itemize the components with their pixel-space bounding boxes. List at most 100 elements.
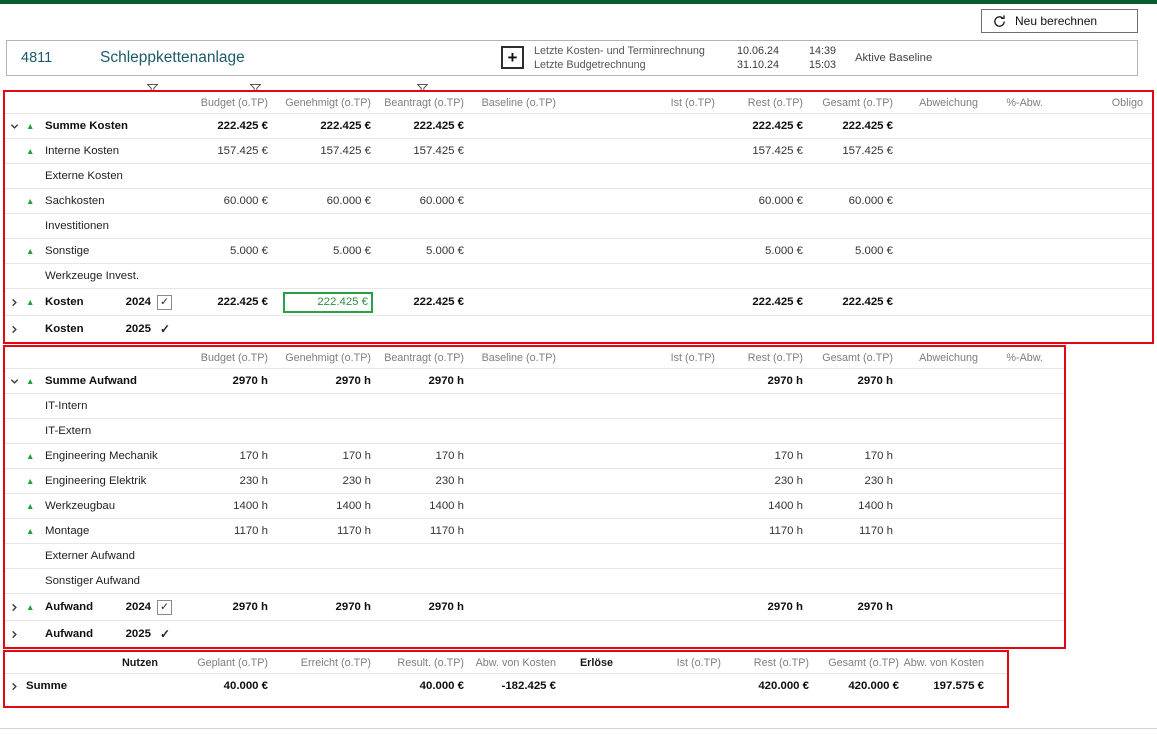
row-externe-kosten[interactable]: Externe Kosten [5, 163, 1152, 188]
cell-gesamt[interactable]: 2970 h [805, 601, 895, 613]
cell-rest[interactable]: 1170 h [717, 525, 805, 537]
cell-result[interactable]: 40.000 € [373, 680, 466, 692]
cell-beantragt[interactable]: 1170 h [373, 525, 466, 537]
cell-budget[interactable]: 2970 h [175, 375, 270, 387]
row-name-cell: ▲ Montage [5, 519, 175, 543]
cell-budget[interactable]: 1400 h [175, 500, 270, 512]
cell-rest[interactable]: 170 h [717, 450, 805, 462]
cell-gesamt[interactable]: 222.425 € [805, 120, 895, 132]
cell-gesamt[interactable]: 230 h [805, 475, 895, 487]
cell-beantragt[interactable]: 60.000 € [373, 195, 466, 207]
cell-beantragt[interactable]: 170 h [373, 450, 466, 462]
cell-genehmigt[interactable]: 230 h [270, 475, 373, 487]
cell-budget[interactable]: 60.000 € [175, 195, 270, 207]
cell-genehmigt[interactable]: 157.425 € [270, 145, 373, 157]
chevron-right-icon[interactable] [10, 630, 26, 639]
cell-beantragt[interactable]: 2970 h [373, 375, 466, 387]
cell-budget[interactable]: 222.425 € [175, 120, 270, 132]
year-checkbox[interactable]: ✓ [157, 600, 172, 615]
row-it-intern[interactable]: IT-Intern [5, 393, 1064, 418]
expand-plus-button[interactable]: + [501, 46, 524, 69]
cell-genehmigt[interactable]: 5.000 € [270, 245, 373, 257]
cell-abw-von-kosten[interactable]: -182.425 € [466, 680, 558, 692]
row-aufwand-2025[interactable]: Aufwand 2025 ✓ [5, 620, 1064, 647]
row-montage[interactable]: ▲ Montage 1170 h 1170 h 1170 h 1170 h 11… [5, 518, 1064, 543]
chevron-right-icon[interactable] [10, 603, 26, 612]
cell-gesamt[interactable]: 420.000 € [811, 680, 901, 692]
cell-budget[interactable]: 1170 h [175, 525, 270, 537]
cell-beantragt[interactable]: 1400 h [373, 500, 466, 512]
cell-geplant[interactable]: 40.000 € [160, 680, 270, 692]
cell-abw-von-kosten-2[interactable]: 197.575 € [901, 680, 986, 692]
cell-rest[interactable]: 1400 h [717, 500, 805, 512]
cell-genehmigt[interactable]: 1400 h [270, 500, 373, 512]
row-sonstige[interactable]: ▲ Sonstige 5.000 € 5.000 € 5.000 € 5.000… [5, 238, 1152, 263]
cell-genehmigt[interactable]: 222.425 € [270, 120, 373, 132]
cell-rest[interactable]: 420.000 € [723, 680, 811, 692]
cell-rest[interactable]: 5.000 € [717, 245, 805, 257]
cell-gesamt[interactable]: 157.425 € [805, 145, 895, 157]
row-externer-aufwand[interactable]: Externer Aufwand [5, 543, 1064, 568]
selected-cell-box[interactable]: 222.425 € [283, 292, 373, 313]
cell-rest[interactable]: 230 h [717, 475, 805, 487]
row-sachkosten[interactable]: ▲ Sachkosten 60.000 € 60.000 € 60.000 € … [5, 188, 1152, 213]
cell-beantragt[interactable]: 222.425 € [373, 120, 466, 132]
cell-gesamt[interactable]: 5.000 € [805, 245, 895, 257]
chevron-right-icon[interactable] [10, 325, 26, 334]
cell-rest[interactable]: 2970 h [717, 375, 805, 387]
row-investitionen[interactable]: Investitionen [5, 213, 1152, 238]
row-engineering-mechanik[interactable]: ▲ Engineering Mechanik 170 h 170 h 170 h… [5, 443, 1064, 468]
cell-beantragt[interactable]: 157.425 € [373, 145, 466, 157]
row-interne-kosten[interactable]: ▲ Interne Kosten 157.425 € 157.425 € 157… [5, 138, 1152, 163]
chevron-down-icon[interactable] [10, 122, 26, 131]
cell-gesamt[interactable]: 2970 h [805, 375, 895, 387]
cell-budget[interactable]: 230 h [175, 475, 270, 487]
cell-gesamt[interactable]: 60.000 € [805, 195, 895, 207]
year-checkbox[interactable]: ✓ [157, 295, 172, 310]
row-sonstiger-aufwand[interactable]: Sonstiger Aufwand [5, 568, 1064, 593]
row-summe-kosten[interactable]: ▲ Summe Kosten 222.425 € 222.425 € 222.4… [5, 113, 1152, 138]
row-summe-aufwand[interactable]: ▲ Summe Aufwand 2970 h 2970 h 2970 h 297… [5, 368, 1064, 393]
cell-rest[interactable]: 60.000 € [717, 195, 805, 207]
check-icon[interactable]: ✓ [160, 322, 170, 336]
cell-beantragt[interactable]: 222.425 € [373, 296, 466, 308]
cell-gesamt[interactable]: 170 h [805, 450, 895, 462]
row-engineering-elektrik[interactable]: ▲ Engineering Elektrik 230 h 230 h 230 h… [5, 468, 1064, 493]
recalculate-button[interactable]: Neu berechnen [981, 9, 1138, 33]
cell-genehmigt-selected[interactable]: 222.425 € [270, 292, 373, 313]
cell-genehmigt[interactable]: 2970 h [270, 375, 373, 387]
check-icon[interactable]: ✓ [160, 627, 170, 641]
row-werkzeuge-invest[interactable]: Werkzeuge Invest. [5, 263, 1152, 288]
cell-rest[interactable]: 157.425 € [717, 145, 805, 157]
chevron-right-icon[interactable] [10, 298, 26, 307]
cell-rest[interactable]: 222.425 € [717, 296, 805, 308]
chevron-right-icon[interactable] [10, 682, 26, 691]
cell-gesamt[interactable]: 1400 h [805, 500, 895, 512]
cell-gesamt[interactable]: 222.425 € [805, 296, 895, 308]
cell-budget[interactable]: 170 h [175, 450, 270, 462]
cell-gesamt[interactable]: 1170 h [805, 525, 895, 537]
cell-budget[interactable]: 5.000 € [175, 245, 270, 257]
cell-beantragt[interactable]: 230 h [373, 475, 466, 487]
row-it-extern[interactable]: IT-Extern [5, 418, 1064, 443]
row-werkzeugbau[interactable]: ▲ Werkzeugbau 1400 h 1400 h 1400 h 1400 … [5, 493, 1064, 518]
cell-beantragt[interactable]: 2970 h [373, 601, 466, 613]
cell-beantragt[interactable]: 5.000 € [373, 245, 466, 257]
row-summe-nutzen[interactable]: Summe 40.000 € 40.000 € -182.425 € 420.0… [5, 673, 1007, 698]
cell-genehmigt[interactable]: 1170 h [270, 525, 373, 537]
row-kosten-2025[interactable]: Kosten 2025 ✓ [5, 315, 1152, 342]
check-icon: ✓ [160, 296, 169, 308]
row-kosten-2024[interactable]: ▲ Kosten 2024 ✓ 222.425 € 222.425 € 222.… [5, 288, 1152, 315]
cell-genehmigt[interactable]: 2970 h [270, 601, 373, 613]
cell-budget[interactable]: 222.425 € [175, 296, 270, 308]
cell-rest[interactable]: 222.425 € [717, 120, 805, 132]
cell-budget[interactable]: 2970 h [175, 601, 270, 613]
row-aufwand-2024[interactable]: ▲ Aufwand 2024 ✓ 2970 h 2970 h 2970 h 29… [5, 593, 1064, 620]
chevron-down-icon[interactable] [10, 377, 26, 386]
row-name-cell: Aufwand 2025 ✓ [5, 621, 175, 647]
cell-budget[interactable]: 157.425 € [175, 145, 270, 157]
cell-genehmigt[interactable]: 170 h [270, 450, 373, 462]
cell-genehmigt[interactable]: 60.000 € [270, 195, 373, 207]
cell-rest[interactable]: 2970 h [717, 601, 805, 613]
col-header-genehmigt: Genehmigt (o.TP) [270, 97, 373, 109]
